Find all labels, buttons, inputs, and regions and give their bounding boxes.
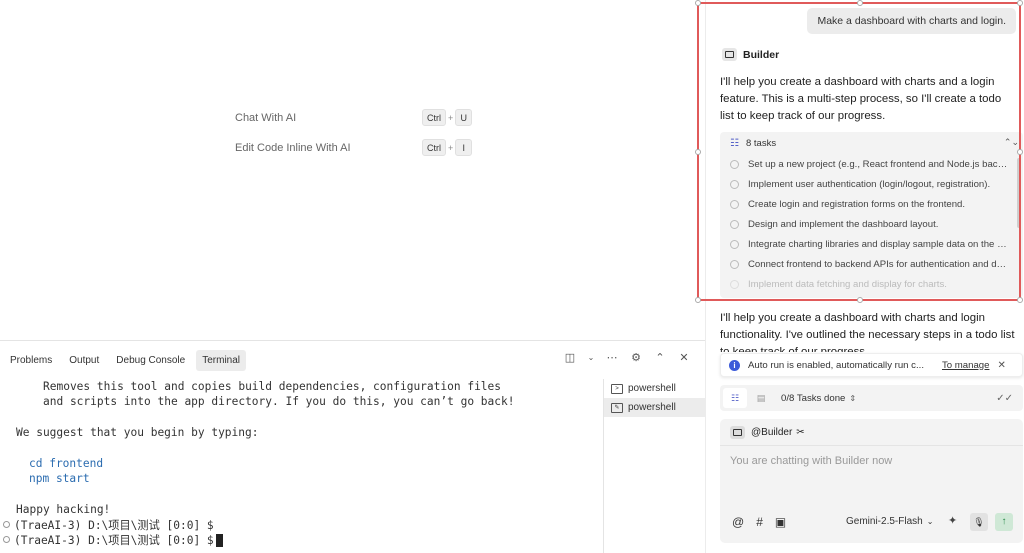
terminal-item-label: powershell: [628, 383, 676, 394]
todo-count: 8 tasks: [745, 137, 777, 149]
terminal-prompt-line: (TraeAI-3) D:\项目\测试 [0:0] $: [3, 533, 602, 548]
agent-message: I'll help you create a dashboard with ch…: [720, 76, 1002, 122]
command-status-icon: [3, 536, 10, 544]
send-button[interactable]: ↑: [995, 513, 1013, 531]
terminal-line: Happy hacking!: [16, 503, 111, 517]
document-icon[interactable]: ▤: [751, 388, 771, 408]
command-status-icon: [3, 521, 10, 529]
agent-name: Builder: [743, 48, 780, 61]
terminal-output[interactable]: Removes this tool and copies build depen…: [0, 379, 602, 553]
auto-run-notice: i Auto run is enabled, automatically run…: [720, 353, 1023, 377]
input-toolbar: @ # ▣: [732, 515, 786, 529]
microphone-icon[interactable]: 🎙: [970, 513, 988, 531]
close-icon[interactable]: ✕: [997, 360, 1005, 371]
todo-item: Implement data fetching and display for …: [720, 274, 1023, 294]
terminal-prompt: (TraeAI-3) D:\项目\测试 [0:0] $: [14, 533, 214, 547]
tab-problems[interactable]: Problems: [4, 350, 58, 371]
terminal-line: We suggest that you begin by typing:: [16, 426, 259, 440]
terminal-line: and scripts into the app directory. If y…: [43, 395, 515, 409]
chat-input-box: @Builder ✂ @ # ▣ Gemini-2.5-Flash⌄ ✦ 🎙 ↑: [720, 419, 1023, 543]
key-ctrl: Ctrl: [422, 109, 446, 126]
shortcut-label: Edit Code Inline With AI: [235, 141, 351, 154]
todo-header[interactable]: ☷ 8 tasks ⌃⌄: [720, 132, 1023, 154]
terminal-cursor: [215, 534, 223, 548]
key-i: I: [455, 139, 473, 156]
manage-link[interactable]: To manage: [942, 360, 989, 371]
todo-item: Create login and registration forms on t…: [720, 194, 1023, 214]
list-view-icon[interactable]: ☷: [723, 388, 747, 408]
tasks-done-bar: ☷ ▤ 0/8 Tasks done ⇕ ✓✓: [720, 385, 1023, 411]
ai-chat-panel: Make a dashboard with charts and login. …: [705, 0, 1024, 553]
terminal-line: npm start: [29, 472, 90, 486]
terminal-item-label: powershell: [628, 402, 676, 413]
todo-scrollbar[interactable]: [1017, 158, 1021, 228]
task-status-icon: [730, 259, 739, 269]
todo-item: Connect frontend to backend APIs for aut…: [720, 254, 1023, 274]
double-check-icon[interactable]: ✓✓: [996, 393, 1013, 404]
terminal-item-powershell-1[interactable]: > powershell: [604, 379, 705, 398]
todo-item: Set up a new project (e.g., React fronte…: [720, 154, 1023, 174]
terminal-icon: ✎: [611, 402, 623, 413]
task-status-icon: [730, 279, 739, 289]
shortcut-edit-inline: Edit Code Inline With AI Ctrl + I: [235, 139, 473, 156]
todo-item: Design and implement the dashboard layou…: [720, 214, 1023, 234]
maximize-panel-icon[interactable]: ⌃: [653, 351, 667, 364]
builder-icon: [722, 48, 737, 61]
more-icon[interactable]: ⋯: [605, 351, 619, 364]
key-u: U: [455, 109, 473, 126]
tools-icon[interactable]: ✂: [796, 427, 804, 438]
chat-input[interactable]: [730, 455, 1010, 467]
info-icon: i: [729, 359, 740, 371]
user-message: Make a dashboard with charts and login.: [807, 8, 1016, 34]
terminal-item-powershell-2[interactable]: ✎ powershell: [604, 398, 705, 417]
terminal-line: Removes this tool and copies build depen…: [43, 380, 502, 393]
agent-mention: @Builder ✂: [730, 426, 805, 439]
panel-actions: ◫ ⌄ ⋯ ⚙ ⌃ ✕: [563, 351, 691, 364]
hash-icon[interactable]: #: [756, 515, 763, 529]
notice-text: Auto run is enabled, automatically run c…: [748, 359, 924, 371]
todo-item: Implement user authentication (login/log…: [720, 174, 1023, 194]
model-selector[interactable]: Gemini-2.5-Flash ⌄: [846, 516, 933, 527]
shortcut-label: Chat With AI: [235, 111, 297, 124]
terminal-icon: >: [611, 383, 623, 394]
chevron-updown-icon[interactable]: ⇕: [849, 394, 856, 403]
mention-label: @Builder: [751, 427, 793, 438]
list-check-icon: ☷: [730, 137, 739, 149]
chevron-down-icon: ⌄: [926, 517, 934, 526]
editor-welcome: Chat With AI Ctrl + U Edit Code Inline W…: [0, 0, 705, 340]
key-ctrl: Ctrl: [422, 139, 446, 156]
terminal-prompt-line: (TraeAI-3) D:\项目\测试 [0:0] $: [3, 518, 602, 533]
todo-item: Integrate charting libraries and display…: [720, 234, 1023, 254]
tab-output[interactable]: Output: [63, 350, 105, 371]
terminal-line: cd frontend: [29, 456, 104, 470]
collapse-icon[interactable]: ⌃⌄: [1004, 137, 1019, 148]
task-status-icon: [730, 199, 739, 209]
agent-message: I'll help you create a dashboard with ch…: [720, 312, 1015, 352]
close-icon[interactable]: ✕: [677, 351, 691, 364]
at-mention-icon[interactable]: @: [732, 515, 744, 529]
agent-header: Builder: [722, 48, 779, 61]
tab-terminal[interactable]: Terminal: [196, 349, 247, 371]
image-icon[interactable]: ▣: [775, 515, 786, 529]
terminal-prompt: (TraeAI-3) D:\项目\测试 [0:0] $: [14, 518, 214, 532]
task-status-icon: [730, 219, 739, 229]
chevron-down-icon[interactable]: ⌄: [587, 353, 595, 362]
todo-list: ☷ 8 tasks ⌃⌄ Set up a new project (e.g.,…: [720, 132, 1023, 298]
sparkle-icon[interactable]: ✦: [948, 514, 957, 527]
task-status-icon: [730, 239, 739, 249]
builder-icon: [730, 426, 745, 439]
terminal-list: > powershell ✎ powershell: [603, 379, 705, 553]
tasks-done-label[interactable]: 0/8 Tasks done: [781, 393, 845, 404]
bottom-panel: Problems Output Debug Console Terminal ◫…: [0, 340, 705, 553]
split-terminal-icon[interactable]: ◫: [563, 351, 577, 364]
task-status-icon: [730, 179, 739, 189]
settings-sliders-icon[interactable]: ⚙: [629, 351, 643, 364]
model-name: Gemini-2.5-Flash: [846, 516, 923, 527]
tab-debug-console[interactable]: Debug Console: [110, 350, 191, 371]
task-status-icon: [730, 159, 739, 169]
shortcut-chat-with-ai: Chat With AI Ctrl + U: [235, 109, 473, 126]
